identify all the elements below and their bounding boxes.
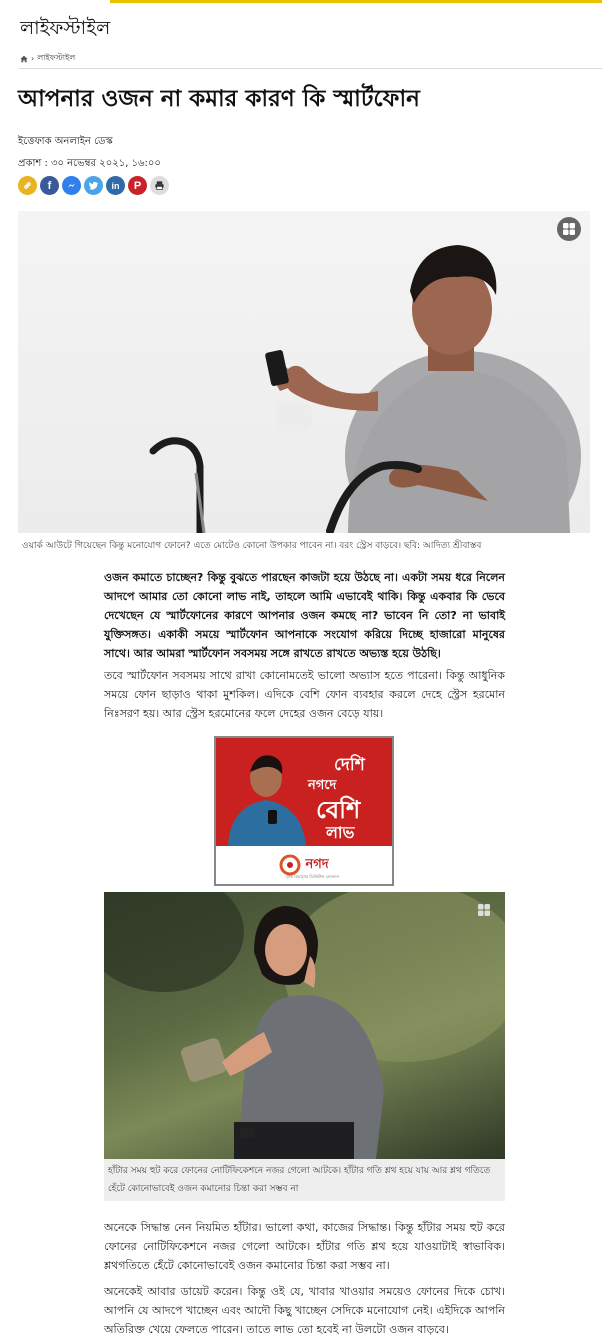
facebook-icon[interactable]: f [40, 176, 59, 195]
link-icon[interactable] [18, 176, 37, 195]
breadcrumb-separator: › [31, 54, 35, 63]
home-icon[interactable] [20, 55, 28, 63]
ad-brand-sub: ডাক বিভাগের ডিজিটাল লেনদেন [286, 874, 339, 879]
ad-person-illustration [228, 755, 306, 846]
article-headline: আপনার ওজন না কমার কারণ কি স্মার্টফোন [18, 85, 420, 112]
share-buttons: f in P [18, 176, 169, 195]
top-accent-strip [110, 0, 602, 3]
article-paragraph-1: তবে স্মার্টফোন সবসময় সাথে রাখা কোনোমতেই… [104, 669, 505, 720]
hero-image[interactable] [18, 211, 590, 533]
ad-line-1: দেশি [334, 755, 365, 775]
photo2-illustration [104, 892, 505, 1159]
article-lead: ওজন কমাতে চাচ্ছেন? কিন্তু বুঝতে পারছেন ক… [104, 571, 505, 660]
breadcrumb-current[interactable]: লাইফস্টাইল [37, 52, 75, 65]
linkedin-icon[interactable]: in [106, 176, 125, 195]
ad-line-4: লাভ [326, 823, 355, 842]
print-icon[interactable] [150, 176, 169, 195]
advertisement[interactable]: নগদে দেশি বেশি লাভ নগদ ডাক বিভাগের ডিজিট… [214, 736, 394, 886]
section-title[interactable]: লাইফস্টাইল [20, 14, 110, 46]
header-divider [18, 68, 602, 69]
photo2-caption: হাঁটার সময় হুট করে ফোনের নোটিফিকেশনে নজ… [104, 1159, 505, 1201]
nagad-logo-icon [279, 854, 301, 876]
ad-banner: নগদে দেশি বেশি লাভ [216, 738, 392, 846]
messenger-icon[interactable] [62, 176, 81, 195]
gallery-icon-2[interactable] [472, 898, 496, 922]
ad-brand-name: নগদ [305, 856, 329, 872]
breadcrumb: › লাইফস্টাইল [20, 52, 75, 65]
article-paragraph-2: অনেকে সিদ্ধান্ত নেন নিয়মিত হাঁটার। ভালো… [104, 1221, 505, 1272]
article-byline[interactable]: ইত্তেফাক অনলাইন ডেস্ক [18, 134, 113, 151]
article-paragraph-3: অনেকেই আবার ডায়েট করেন। কিন্তু ওই যে, খ… [104, 1285, 505, 1336]
hero-caption: ওয়ার্ক আউটে গিয়েছেন কিন্তু মনোযোগ ফোনে… [22, 541, 482, 551]
twitter-icon[interactable] [84, 176, 103, 195]
pinterest-icon[interactable]: P [128, 176, 147, 195]
gallery-icon[interactable] [557, 217, 581, 241]
publish-date: প্রকাশ : ৩০ নভেম্বর ২০২১, ১৬:০০ [18, 158, 161, 169]
article-photo-2[interactable] [104, 892, 505, 1159]
hero-illustration [149, 245, 581, 533]
